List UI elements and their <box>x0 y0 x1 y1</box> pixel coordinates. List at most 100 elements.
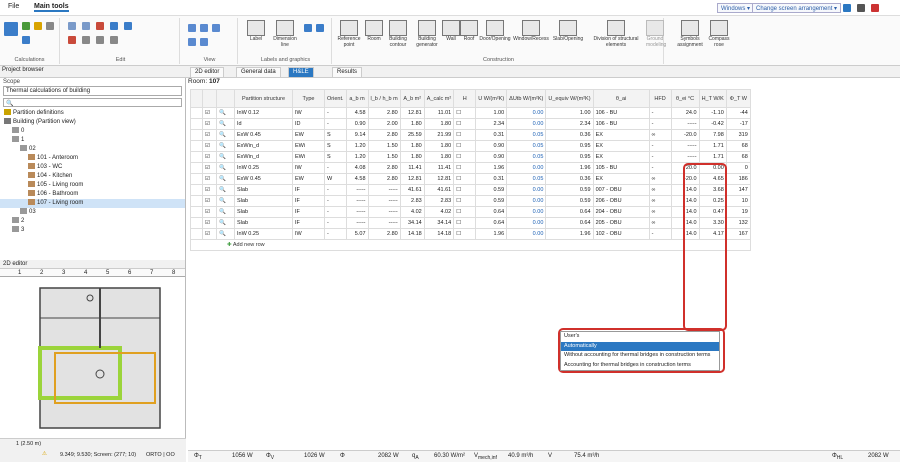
ht[interactable]: 1.71 <box>698 140 727 152</box>
row-zoom-icon[interactable]: 🔍 <box>216 107 235 119</box>
orient[interactable]: - <box>324 206 347 218</box>
dutb-select[interactable]: 0.05 <box>506 129 547 141</box>
rotate-icon[interactable] <box>96 36 104 44</box>
partition-name[interactable]: Id <box>234 118 293 130</box>
compass-rose-button[interactable]: Compass rose <box>706 20 732 48</box>
orto-toggle[interactable]: ORTO | OO <box>146 452 175 458</box>
table-row[interactable]: ☑ 🔍 ExW 0.45 EW S 9.14 2.80 25.59 21.99 ☐ 0.31 0.05… <box>190 129 751 141</box>
level-select[interactable]: 1 (2.50 m) <box>16 441 41 447</box>
row-zoom-icon[interactable]: 🔍 <box>216 151 235 163</box>
tree-item[interactable]: 101 - Anteroom <box>0 154 185 163</box>
area-b[interactable]: 1.80 <box>399 140 425 152</box>
u-value[interactable]: 0.64 <box>475 206 508 218</box>
paste-icon[interactable] <box>82 22 90 30</box>
row-handle[interactable] <box>190 173 203 185</box>
dutb-select[interactable]: 0.00 <box>506 162 547 174</box>
type[interactable]: IW <box>292 107 325 119</box>
phi-t[interactable]: 0 <box>725 162 751 174</box>
row-checkbox[interactable]: ☑ <box>202 217 217 229</box>
type[interactable]: ID <box>292 118 325 130</box>
screen-arrangement-button[interactable]: Change screen arrangement ▾ <box>752 3 842 13</box>
orient[interactable]: W <box>324 173 347 185</box>
row-handle[interactable] <box>190 129 203 141</box>
settings-icon[interactable] <box>46 22 54 30</box>
area-calc[interactable]: 34.14 <box>423 217 455 229</box>
building-contour-button[interactable]: Building contour <box>386 20 410 48</box>
adjacent-space[interactable]: 102 - OBU <box>592 228 650 240</box>
area-calc[interactable]: 11.41 <box>423 162 455 174</box>
row-checkbox[interactable]: ☑ <box>202 162 217 174</box>
row-checkbox[interactable]: ☑ <box>202 151 217 163</box>
window-recess-button[interactable]: Window/Recess <box>512 20 550 43</box>
table-row[interactable]: ☑ 🔍 Id ID -0.90 2.00 1.80 1.80 ☐ 2.34 0.00 2.34 106 … <box>190 118 751 130</box>
partition-name[interactable]: Slab <box>234 195 293 207</box>
u-equiv[interactable]: 0.36 <box>545 173 594 185</box>
roof-button[interactable]: Roof <box>460 20 478 43</box>
partition-name[interactable]: ExWin_d <box>234 151 293 163</box>
menu-file[interactable]: File <box>8 3 19 10</box>
phi-t[interactable]: 167 <box>725 228 751 240</box>
area-calc[interactable]: 2.83 <box>423 195 455 207</box>
orient[interactable]: - <box>324 228 347 240</box>
dutb-select[interactable]: 0.00 <box>506 107 547 119</box>
h-checkbox[interactable]: ☐ <box>453 228 477 240</box>
hfd[interactable]: ∞ <box>648 184 672 196</box>
partition-name[interactable]: ExWin_d <box>234 140 293 152</box>
u-value[interactable]: 1.96 <box>475 162 508 174</box>
ht[interactable]: 7.98 <box>698 129 727 141</box>
partition-name[interactable]: Slab <box>234 217 293 229</box>
warning-icon[interactable] <box>34 22 42 30</box>
add-new-row-button[interactable]: ✚ Add new row <box>190 239 751 251</box>
reference-point-button[interactable]: Reference point <box>336 20 362 48</box>
ab[interactable]: ----- <box>345 184 369 196</box>
row-handle[interactable] <box>190 118 203 130</box>
dutb-select[interactable]: 0.00 <box>506 217 547 229</box>
orient[interactable]: - <box>324 184 347 196</box>
adjacent-space[interactable]: EX <box>592 151 650 163</box>
dutb-select[interactable]: 0.00 <box>506 206 547 218</box>
tree-item[interactable]: 02 <box>0 145 185 154</box>
area-calc[interactable]: 1.80 <box>423 140 455 152</box>
scope-select[interactable]: Thermal calculations of building <box>3 86 182 96</box>
u-equiv[interactable]: 2.34 <box>545 118 594 130</box>
save-icon[interactable] <box>843 4 851 12</box>
lb[interactable]: ----- <box>367 195 401 207</box>
theta-e[interactable]: ----- <box>670 140 700 152</box>
tree-item[interactable]: 0 <box>0 127 185 136</box>
phi-t[interactable]: -44 <box>725 107 751 119</box>
search-input[interactable]: 🔍 <box>3 98 182 107</box>
slab-opening-button[interactable]: Slab/Opening <box>550 20 586 43</box>
type[interactable]: IF <box>292 217 325 229</box>
tree-item[interactable]: 1 <box>0 136 185 145</box>
table-row[interactable]: ☑ 🔍 ExW 0.45 EW W 4.58 2.80 12.81 12.81 ☐ 0.31 0.05… <box>190 173 751 185</box>
tree-item[interactable]: 3 <box>0 226 185 235</box>
partition-name[interactable]: InW 0.12 <box>234 107 293 119</box>
adjacent-space[interactable]: 106 - BU <box>592 107 650 119</box>
row-handle[interactable] <box>190 217 203 229</box>
lb[interactable]: 2.80 <box>367 129 401 141</box>
ab[interactable]: 1.20 <box>345 140 369 152</box>
zoom-in-icon[interactable] <box>188 24 196 32</box>
h-checkbox[interactable]: ☐ <box>453 217 477 229</box>
row-zoom-icon[interactable]: 🔍 <box>216 140 235 152</box>
u-equiv[interactable]: 0.95 <box>545 140 594 152</box>
ht[interactable]: 1.71 <box>698 151 727 163</box>
phi-t[interactable]: 147 <box>725 184 751 196</box>
ab[interactable]: 5.07 <box>345 228 369 240</box>
area-calc[interactable]: 11.01 <box>423 107 455 119</box>
row-zoom-icon[interactable]: 🔍 <box>216 184 235 196</box>
division-structural-button[interactable]: Division of structural elements <box>586 20 646 48</box>
area-calc[interactable]: 21.99 <box>423 129 455 141</box>
dutb-select[interactable]: 0.05 <box>506 173 547 185</box>
table-row[interactable]: ☑ 🔍 ExWin_d EWi S 1.20 1.50 1.80 1.80 ☐ 0.90 0.05 0.… <box>190 151 751 163</box>
u-value[interactable]: 1.00 <box>475 107 508 119</box>
h-checkbox[interactable]: ☐ <box>453 206 477 218</box>
dutb-select[interactable]: 0.00 <box>506 228 547 240</box>
row-zoom-icon[interactable]: 🔍 <box>216 206 235 218</box>
table-icon[interactable] <box>316 24 324 32</box>
type[interactable]: IW <box>292 162 325 174</box>
orient[interactable]: - <box>324 195 347 207</box>
table-row[interactable]: ☑ 🔍 Slab IF - ----- ----- 34.14 34.14 ☐ 0.64 0.00 0.… <box>190 217 751 229</box>
area-b[interactable]: 12.81 <box>399 173 425 185</box>
u-equiv[interactable]: 1.00 <box>545 107 594 119</box>
